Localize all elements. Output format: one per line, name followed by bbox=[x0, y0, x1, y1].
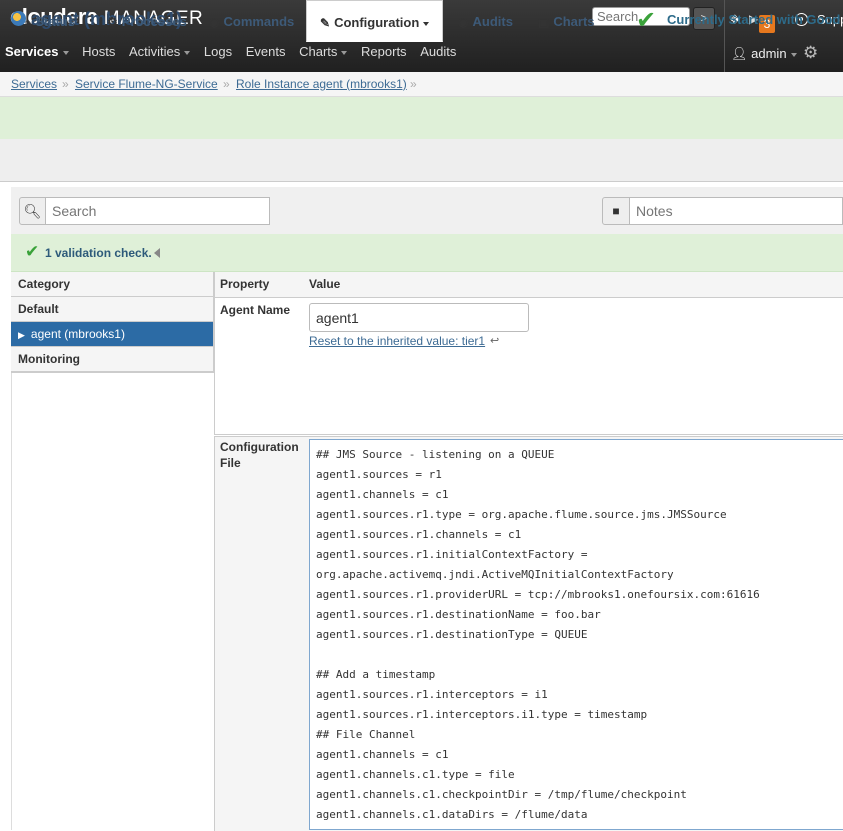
category-monitoring[interactable]: Monitoring bbox=[11, 347, 213, 372]
category-agent[interactable]: ▶ agent (mbrooks1) bbox=[11, 322, 213, 347]
config-line: agent1.sources.r1.interceptors = i1 bbox=[316, 688, 548, 701]
config-line: agent1.sources.r1.initialContextFactory … bbox=[316, 548, 588, 561]
main-nav: Services Hosts Activities Logs Events Ch… bbox=[0, 44, 466, 64]
user-icon: 👤︎ bbox=[731, 46, 748, 61]
eye-icon: ◉ bbox=[458, 15, 469, 29]
category-default[interactable]: Default bbox=[11, 297, 213, 322]
config-line: agent1.sources.r1.channels = c1 bbox=[316, 528, 522, 541]
check-icon: ✔ bbox=[25, 242, 40, 261]
check-icon: ✔ bbox=[636, 7, 657, 34]
validation-text[interactable]: 1 validation check. bbox=[45, 246, 152, 260]
config-line: ## Add a timestamp bbox=[316, 668, 436, 681]
tab-bar bbox=[0, 139, 843, 182]
agent-name-input[interactable] bbox=[309, 303, 529, 332]
category-agent-label: agent (mbrooks1) bbox=[30, 327, 125, 341]
chevron-down-icon bbox=[790, 52, 797, 57]
config-line: ## JMS Source - listening on a QUEUE bbox=[316, 448, 555, 461]
nav-logs[interactable]: Logs bbox=[204, 44, 232, 59]
config-line: agent1.sources.r1.providerURL = tcp://mb… bbox=[316, 588, 760, 601]
tab-commands[interactable]: ◉ Commands bbox=[209, 14, 294, 29]
nav-events[interactable]: Events bbox=[246, 44, 286, 59]
comment-icon: ■ bbox=[602, 197, 630, 225]
nav-services[interactable]: Services bbox=[5, 44, 69, 59]
tab-configuration-label: Configuration bbox=[334, 15, 420, 30]
config-search-input[interactable] bbox=[46, 197, 270, 225]
tab-charts[interactable]: ▣ Charts bbox=[538, 14, 595, 29]
tab-charts-label: Charts bbox=[553, 14, 595, 29]
search-icon: 🔍︎ bbox=[19, 197, 46, 225]
play-circle-icon: ◉ bbox=[209, 15, 220, 29]
nav-charts-label: Charts bbox=[299, 44, 338, 59]
breadcrumb: Services » Service Flume-NG-Service » Ro… bbox=[0, 72, 843, 97]
config-line: agent1.channels.c1.dataDirs = /flume/dat… bbox=[316, 808, 588, 821]
tab-status[interactable]: ⌂ Status bbox=[24, 14, 75, 29]
breadcrumb-service[interactable]: Service Flume-NG-Service bbox=[75, 77, 218, 91]
caret-left-icon[interactable] bbox=[154, 248, 160, 258]
breadcrumb-separator: » bbox=[62, 77, 69, 91]
column-property: Property bbox=[220, 277, 270, 291]
tab-processes[interactable]: ⚙ Processes bbox=[107, 14, 187, 29]
config-line: agent1.sources.r1.destinationName = foo.… bbox=[316, 608, 601, 621]
tab-configuration[interactable]: ✎ Configuration bbox=[306, 0, 444, 42]
config-line: agent1.sources = r1 bbox=[316, 468, 442, 481]
nav-activities-label: Activities bbox=[128, 44, 181, 59]
settings-gear-icon[interactable]: ⚙ bbox=[803, 43, 818, 63]
tab-audits[interactable]: ◉ Audits bbox=[458, 14, 513, 29]
gear-icon: ⚙ bbox=[107, 15, 118, 29]
caret-right-icon: ▶ bbox=[18, 330, 25, 340]
nav-hosts[interactable]: Hosts bbox=[82, 44, 115, 59]
reset-inherited-link[interactable]: Reset to the inherited value: tier1 bbox=[309, 334, 485, 348]
edit-icon: ✎ bbox=[320, 16, 331, 30]
chevron-down-icon bbox=[62, 50, 69, 55]
breadcrumb-services[interactable]: Services bbox=[11, 77, 57, 91]
agent-name-label: Agent Name bbox=[220, 303, 291, 317]
config-line: agent1.sources.r1.interceptors.i1.type =… bbox=[316, 708, 648, 721]
breadcrumb-separator: » bbox=[223, 77, 230, 91]
chevron-down-icon bbox=[341, 50, 348, 55]
home-icon: ⌂ bbox=[24, 15, 32, 29]
config-line bbox=[316, 645, 843, 665]
user-name: admin bbox=[751, 46, 787, 61]
config-line: agent1.sources.r1.destinationType = QUEU… bbox=[316, 628, 588, 641]
config-line: agent1.channels.c1.checkpointDir = /tmp/… bbox=[316, 788, 687, 801]
chevron-down-icon bbox=[184, 50, 191, 55]
config-line: agent1.channels = c1 bbox=[316, 488, 449, 501]
breadcrumb-role-instance[interactable]: Role Instance agent (mbrooks1) bbox=[236, 77, 407, 91]
picture-icon: ▣ bbox=[538, 15, 550, 29]
undo-icon[interactable]: ↩ bbox=[490, 334, 499, 347]
tab-processes-label: Processes bbox=[121, 14, 187, 29]
topbar-divider bbox=[724, 0, 725, 72]
column-value: Value bbox=[309, 277, 341, 291]
notes-input[interactable] bbox=[630, 197, 843, 225]
config-line: agent1.channels.c1.type = file bbox=[316, 768, 515, 781]
role-header bbox=[0, 97, 843, 140]
tab-commands-label: Commands bbox=[223, 14, 295, 29]
health-status: Currently Started with Good He bbox=[667, 12, 843, 27]
nav-services-label: Services bbox=[5, 44, 59, 59]
config-file-label: Configuration File bbox=[220, 439, 299, 471]
nav-charts[interactable]: Charts bbox=[299, 44, 348, 59]
nav-audits[interactable]: Audits bbox=[420, 44, 456, 59]
category-header: Category bbox=[11, 272, 213, 297]
config-file-textarea[interactable]: ## JMS Source - listening on a QUEUE agen… bbox=[309, 439, 843, 830]
nav-activities[interactable]: Activities bbox=[128, 44, 191, 59]
user-menu[interactable]: 👤︎ admin bbox=[731, 46, 797, 62]
config-line: ## File Channel bbox=[316, 728, 416, 741]
config-file-label-line1: Configuration bbox=[220, 440, 299, 454]
config-file-label-line2: File bbox=[220, 456, 241, 470]
chevron-down-icon bbox=[423, 21, 430, 26]
config-line: agent1.channels = c1 bbox=[316, 748, 449, 761]
tab-status-label: Status bbox=[35, 14, 75, 29]
nav-reports[interactable]: Reports bbox=[361, 44, 407, 59]
tab-audits-label: Audits bbox=[472, 14, 513, 29]
config-line: agent1.sources.r1.type = org.apache.flum… bbox=[316, 508, 727, 521]
config-line: org.apache.activemq.jndi.ActiveMQInitial… bbox=[316, 568, 674, 581]
breadcrumb-separator: » bbox=[410, 77, 417, 91]
